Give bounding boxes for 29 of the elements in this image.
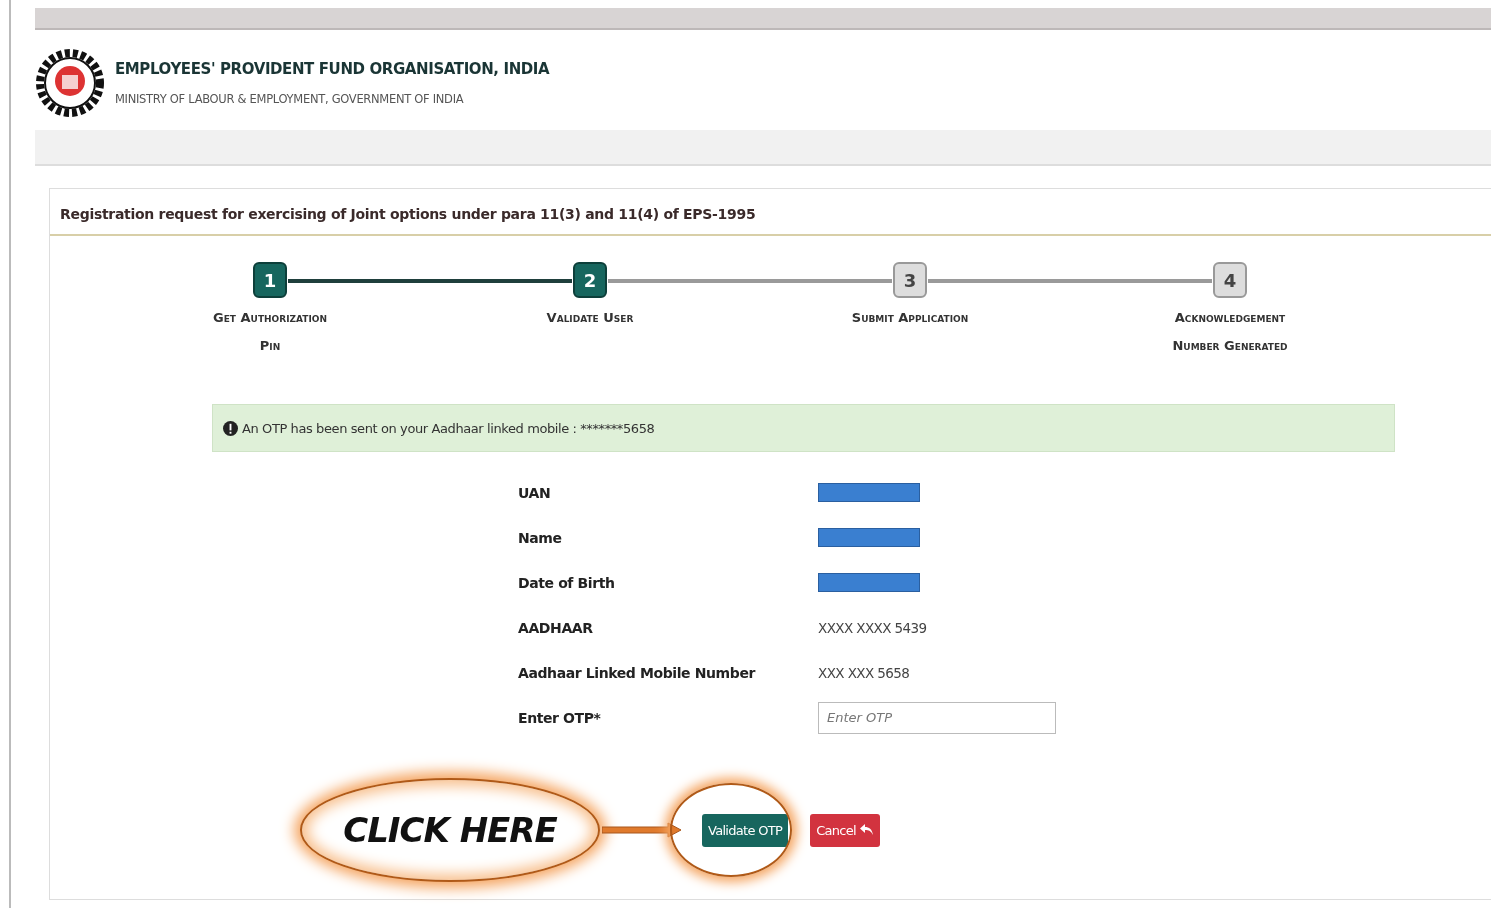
step-number: 3 xyxy=(893,262,927,298)
step-number: 1 xyxy=(253,262,287,298)
field-label: Aadhaar Linked Mobile Number xyxy=(518,663,757,683)
organisation-title: EMPLOYEES' PROVIDENT FUND ORGANISATION, INDIA xyxy=(115,60,550,78)
step-label: Acknowledgement xyxy=(1174,309,1286,327)
step-number: 4 xyxy=(1213,262,1247,298)
alert-message: An OTP has been sent on your Aadhaar linked mobile : *******5658 xyxy=(242,420,655,436)
field-label: Enter OTP* xyxy=(518,708,602,728)
panel-title: Registration request for exercising of Joint options under para 11(3) and 11(4) of EPS-1995 xyxy=(50,189,1491,236)
step-label: Pin xyxy=(259,337,281,355)
field-label: AADHAAR xyxy=(518,618,594,638)
step-label: Number Generated xyxy=(1172,337,1288,355)
ministry-subtitle: MINISTRY OF LABOUR & EMPLOYMENT, GOVERNMENT OF INDIA xyxy=(115,92,465,106)
step-label: Get Authorization xyxy=(213,309,327,327)
field-value: XXXX XXXX 5439 xyxy=(818,619,927,636)
callout-text: CLICK HERE xyxy=(343,810,557,850)
undo-icon xyxy=(860,824,874,836)
validate-button[interactable]: Validate OTP xyxy=(702,813,789,847)
field-label: UAN xyxy=(518,483,552,503)
exclamation-icon xyxy=(223,420,238,436)
field-label: Name xyxy=(518,528,563,548)
cancel-button[interactable]: Cancel xyxy=(810,813,880,847)
field-label: Date of Birth xyxy=(518,573,616,593)
field-value: XXX XXX 5658 xyxy=(818,664,910,681)
step-number: 2 xyxy=(573,262,607,298)
step-label: Submit Application xyxy=(851,309,969,327)
otp-input-field[interactable]: Enter OTP xyxy=(818,701,1056,734)
arrow-icon xyxy=(602,822,682,838)
step-label: Validate User xyxy=(546,309,634,327)
